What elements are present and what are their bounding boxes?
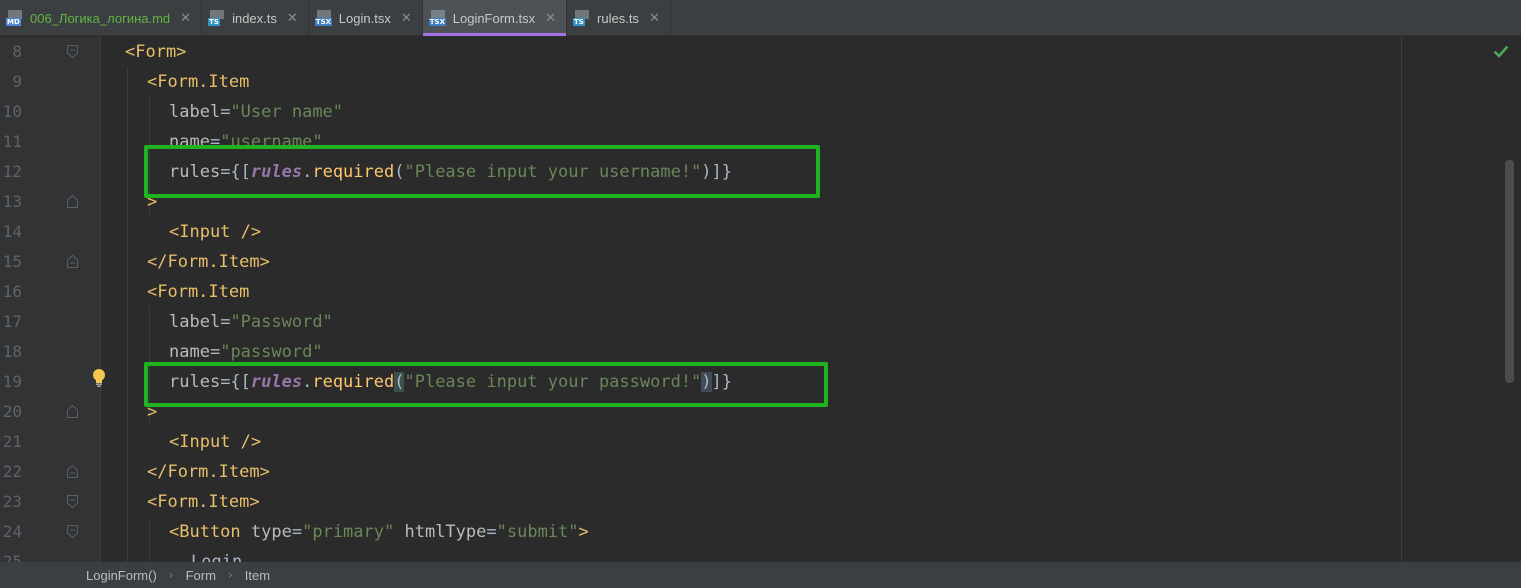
breadcrumb: LoginForm() › Form › Item	[0, 562, 1521, 588]
line-number: 10	[2, 102, 22, 121]
chevron-right-icon: ›	[168, 568, 174, 582]
line-number: 19	[2, 372, 22, 391]
line-number: 15	[2, 252, 22, 271]
code-line: 16 <Form.Item	[0, 277, 1500, 307]
code-line: 8 <Form>	[0, 37, 1500, 67]
code-token: "Password"	[230, 312, 333, 332]
code-token: </Form.Item>	[147, 252, 270, 272]
tab-login-tsx[interactable]: TSX Login.tsx ✕	[309, 0, 423, 36]
line-number: 18	[2, 342, 22, 361]
line-number: 14	[2, 222, 22, 241]
tab-label: LoginForm.tsx	[452, 10, 536, 26]
code-token: =	[220, 102, 231, 122]
code-token: Login	[191, 552, 243, 562]
tsx-file-icon: TSX	[314, 10, 333, 26]
code-line: 10 label="User name"	[0, 97, 1500, 127]
editor-tab-bar: MD 006_Логика_логина.md ✕ TS index.ts ✕ …	[0, 0, 1521, 36]
line-number: 8	[12, 42, 22, 61]
tab-index-ts[interactable]: TS index.ts ✕	[202, 0, 309, 36]
tab-label: 006_Логика_логина.md	[30, 10, 171, 26]
breadcrumb-item-form[interactable]: Form	[186, 568, 216, 583]
breadcrumb-item-item[interactable]: Item	[245, 568, 270, 583]
vertical-scrollbar-thumb[interactable]	[1505, 160, 1514, 383]
fold-minus-icon[interactable]	[67, 525, 78, 538]
code-line: 15 </Form.Item>	[0, 247, 1500, 277]
chevron-right-icon: ›	[227, 568, 233, 582]
tab-label: rules.ts	[597, 10, 639, 26]
close-icon[interactable]: ✕	[545, 11, 556, 26]
line-number: 22	[2, 462, 22, 481]
line-number: 21	[2, 432, 22, 451]
code-token: <Input />	[169, 432, 262, 452]
code-token: =	[209, 342, 221, 362]
fold-end-icon[interactable]	[67, 465, 78, 478]
close-icon[interactable]: ✕	[180, 11, 191, 26]
fold-minus-icon[interactable]	[67, 495, 78, 508]
code-line: 24 <Button type="primary" htmlType="subm…	[0, 517, 1500, 547]
tsx-file-icon: TSX	[428, 10, 447, 26]
code-token: label	[169, 312, 221, 332]
code-line: 25 Login	[0, 547, 1500, 562]
line-number: 24	[2, 522, 22, 541]
tab-label: index.ts	[232, 10, 277, 26]
code-token: label	[169, 102, 221, 122]
fold-end-icon[interactable]	[67, 405, 78, 418]
tab-label: Login.tsx	[338, 10, 391, 26]
code-token: name	[169, 342, 210, 362]
code-token: <Button	[169, 522, 241, 542]
tab-loginform-tsx[interactable]: TSX LoginForm.tsx ✕	[422, 0, 568, 36]
code-line: 17 label="Password"	[0, 307, 1500, 337]
code-token: <Form.Item	[147, 282, 250, 302]
code-line: 9 <Form.Item	[0, 67, 1500, 97]
code-token: <Form>	[125, 42, 187, 62]
line-number: 9	[12, 72, 22, 91]
code-token: type	[250, 522, 292, 542]
code-token: =	[220, 312, 231, 332]
fold-end-icon[interactable]	[67, 195, 78, 208]
tab-006-md[interactable]: MD 006_Логика_логина.md ✕	[0, 0, 203, 36]
code-token: htmlType	[404, 522, 487, 542]
code-line: 21 <Input />	[0, 427, 1500, 457]
code-token: =	[291, 522, 303, 542]
typescript-file-icon: TS	[573, 10, 591, 26]
close-icon[interactable]: ✕	[401, 11, 412, 26]
line-number: 11	[2, 132, 22, 151]
line-number: 20	[2, 402, 22, 421]
code-token: "submit"	[496, 522, 579, 542]
line-number: 12	[2, 162, 22, 181]
code-token: <Input />	[169, 222, 262, 242]
code-token: <Form.Item	[147, 72, 250, 92]
code-line: 22 </Form.Item>	[0, 457, 1500, 487]
line-number: 25	[2, 552, 22, 562]
highlight-box-username-rule	[144, 145, 820, 198]
highlight-box-password-rule	[144, 362, 828, 407]
code-token: <Form.Item>	[147, 492, 260, 512]
code-line: 14 <Input />	[0, 217, 1500, 247]
check-icon[interactable]	[1493, 43, 1509, 58]
close-icon[interactable]: ✕	[287, 11, 298, 26]
code-token: =	[486, 522, 497, 542]
code-line: 23 <Form.Item>	[0, 487, 1500, 517]
typescript-file-icon: TS	[208, 10, 226, 26]
code-token: "User name"	[230, 102, 344, 122]
code-token: "password"	[220, 342, 323, 362]
fold-end-icon[interactable]	[67, 255, 78, 268]
code-token: </Form.Item>	[147, 462, 270, 482]
lightbulb-icon[interactable]	[91, 368, 107, 388]
code-editor[interactable]: 8 <Form> 9 <Form.Item 10 label="User nam…	[0, 37, 1521, 562]
breadcrumb-item-loginform[interactable]: LoginForm()	[86, 568, 157, 583]
tab-rules-ts[interactable]: TS rules.ts ✕	[567, 0, 671, 36]
line-number: 16	[2, 282, 22, 301]
line-number: 17	[2, 312, 22, 331]
close-icon[interactable]: ✕	[649, 11, 660, 26]
line-number: 23	[2, 492, 22, 511]
markdown-file-icon: MD	[6, 10, 24, 26]
fold-minus-icon[interactable]	[67, 45, 78, 58]
code-token: >	[578, 522, 589, 542]
line-number: 13	[2, 192, 22, 211]
code-token: "primary"	[302, 522, 395, 542]
